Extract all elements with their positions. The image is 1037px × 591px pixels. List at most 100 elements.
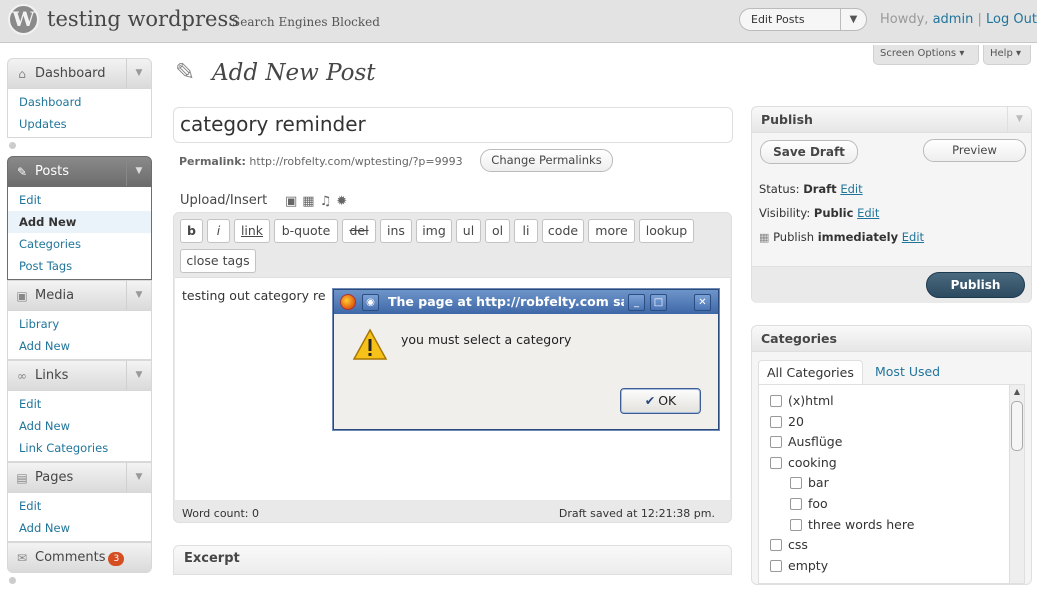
submenu-item-updates[interactable]: Updates: [8, 113, 151, 135]
favorite-actions-label[interactable]: Edit Posts: [751, 13, 805, 26]
tab-most-used[interactable]: Most Used: [867, 360, 948, 385]
category-checkbox[interactable]: [770, 456, 782, 469]
quicktag-italic-button[interactable]: i: [207, 219, 230, 243]
save-draft-button[interactable]: Save Draft: [760, 140, 858, 164]
submenu-item-link-categories[interactable]: Link Categories: [8, 437, 151, 459]
ok-button[interactable]: ✔ OK: [620, 388, 701, 414]
quicktag-img-button[interactable]: img: [416, 219, 452, 243]
menu-dashboard[interactable]: ⌂ Dashboard ▼: [7, 58, 152, 89]
chevron-down-icon[interactable]: ▼: [1007, 107, 1031, 132]
help-button[interactable]: Help ▾: [983, 45, 1031, 65]
chevron-down-icon[interactable]: ▼: [126, 59, 151, 88]
site-title[interactable]: testing wordpress: [47, 7, 239, 31]
add-video-icon[interactable]: ▦: [302, 194, 319, 209]
logout-link[interactable]: Log Out: [986, 12, 1037, 27]
submenu-item-add-new-link[interactable]: Add New: [8, 415, 151, 437]
category-item[interactable]: empty: [770, 558, 828, 573]
wordpress-logo-icon[interactable]: W: [8, 4, 39, 35]
submenu-item-add-new-media[interactable]: Add New: [8, 335, 151, 357]
category-label[interactable]: bar: [808, 475, 829, 490]
category-checkbox[interactable]: [770, 436, 782, 449]
chevron-down-icon[interactable]: ▼: [126, 157, 151, 186]
category-label[interactable]: empty: [788, 558, 828, 573]
add-image-icon[interactable]: ▣: [285, 194, 302, 209]
menu-media[interactable]: ▣ Media ▼: [7, 280, 152, 311]
quicktag-link-button[interactable]: link: [234, 219, 270, 243]
quicktag-close-tags-button[interactable]: close tags: [180, 249, 256, 273]
comments-text[interactable]: Comments: [35, 550, 105, 565]
category-item[interactable]: css: [770, 537, 808, 552]
menu-comments-label[interactable]: Comments 3: [35, 550, 125, 566]
menu-dashboard-label[interactable]: Dashboard: [35, 66, 106, 81]
chevron-down-icon[interactable]: ▼: [126, 281, 151, 310]
category-label[interactable]: (x)html: [788, 393, 834, 408]
username-link[interactable]: admin: [933, 12, 974, 27]
categories-box-header[interactable]: Categories: [752, 326, 1031, 352]
submenu-item-dashboard[interactable]: Dashboard: [8, 91, 151, 113]
quicktag-bold-button[interactable]: b: [180, 219, 203, 243]
chevron-down-icon[interactable]: ▼: [126, 361, 151, 390]
category-checkbox[interactable]: [790, 477, 802, 490]
window-menu-icon[interactable]: ◉: [362, 294, 379, 311]
tab-all-categories[interactable]: All Categories: [758, 360, 863, 385]
quicktag-code-button[interactable]: code: [542, 219, 584, 243]
category-item[interactable]: Ausflüge: [770, 434, 842, 449]
submenu-item-add-new-post[interactable]: Add New: [8, 211, 151, 233]
menu-media-label[interactable]: Media: [35, 288, 74, 303]
post-content-text[interactable]: testing out category re: [182, 288, 326, 303]
submenu-item-add-new-page[interactable]: Add New: [8, 517, 151, 539]
chevron-down-icon[interactable]: ▼: [840, 9, 866, 30]
menu-posts[interactable]: ✎ Posts ▼: [7, 156, 152, 187]
permalink-url[interactable]: http://robfelty.com/wptesting/?p=9993: [249, 155, 462, 168]
post-title-input[interactable]: [180, 112, 720, 136]
quicktag-more-button[interactable]: more: [588, 219, 635, 243]
category-item[interactable]: foo: [790, 496, 828, 511]
add-media-icon[interactable]: ✹: [336, 194, 352, 209]
submenu-item-post-tags[interactable]: Post Tags: [8, 255, 151, 277]
submenu-item-edit-links[interactable]: Edit: [8, 393, 151, 415]
category-item[interactable]: three words here: [790, 517, 914, 532]
category-label[interactable]: three words here: [808, 517, 914, 532]
category-checkbox[interactable]: [770, 415, 782, 428]
chevron-down-icon[interactable]: ▼: [126, 463, 151, 492]
minimize-icon[interactable]: _: [628, 294, 645, 311]
quicktag-blockquote-button[interactable]: b-quote: [274, 219, 338, 243]
submenu-item-edit-pages[interactable]: Edit: [8, 495, 151, 517]
category-item[interactable]: cooking: [770, 455, 837, 470]
category-checkbox[interactable]: [790, 498, 802, 510]
menu-pages[interactable]: ▤ Pages ▼: [7, 462, 152, 493]
quicktag-del-button[interactable]: del: [342, 219, 376, 243]
post-title-box[interactable]: [173, 107, 733, 143]
quicktag-ol-button[interactable]: ol: [485, 219, 510, 243]
edit-publish-date-link[interactable]: Edit: [902, 230, 924, 244]
edit-status-link[interactable]: Edit: [840, 182, 862, 196]
submenu-item-edit-posts[interactable]: Edit: [8, 189, 151, 211]
category-label[interactable]: foo: [808, 496, 828, 511]
scrollbar-thumb[interactable]: [1011, 401, 1023, 451]
excerpt-title[interactable]: Excerpt: [184, 551, 240, 566]
preview-button[interactable]: Preview: [923, 139, 1026, 162]
quicktag-ul-button[interactable]: ul: [456, 219, 481, 243]
publish-button[interactable]: Publish: [926, 272, 1025, 298]
scroll-up-arrow-icon[interactable]: ▲: [1010, 385, 1024, 399]
category-item[interactable]: (x)html: [770, 393, 834, 408]
submenu-item-categories[interactable]: Categories: [8, 233, 151, 255]
category-label[interactable]: Ausflüge: [788, 434, 842, 449]
dialog-titlebar[interactable]: ◉ The page at http://robfelty.com says: …: [334, 290, 718, 314]
menu-posts-label[interactable]: Posts: [35, 164, 69, 179]
category-item[interactable]: 20: [770, 414, 804, 429]
maximize-icon[interactable]: □: [650, 294, 667, 311]
quicktag-ins-button[interactable]: ins: [380, 219, 412, 243]
close-icon[interactable]: ✕: [694, 294, 711, 311]
category-checkbox[interactable]: [770, 395, 782, 407]
add-audio-icon[interactable]: ♫: [320, 194, 337, 209]
category-label[interactable]: 20: [788, 414, 804, 429]
submenu-item-library[interactable]: Library: [8, 313, 151, 335]
publish-box-header[interactable]: Publish ▼: [752, 107, 1031, 133]
category-label[interactable]: css: [788, 537, 808, 552]
change-permalinks-button[interactable]: Change Permalinks: [480, 149, 613, 172]
category-list-scrollbar[interactable]: ▲: [1009, 385, 1024, 583]
menu-comments[interactable]: ✉ Comments 3: [7, 542, 152, 573]
favorite-actions-dropdown[interactable]: Edit Posts ▼: [739, 8, 867, 31]
category-checkbox[interactable]: [790, 518, 802, 531]
